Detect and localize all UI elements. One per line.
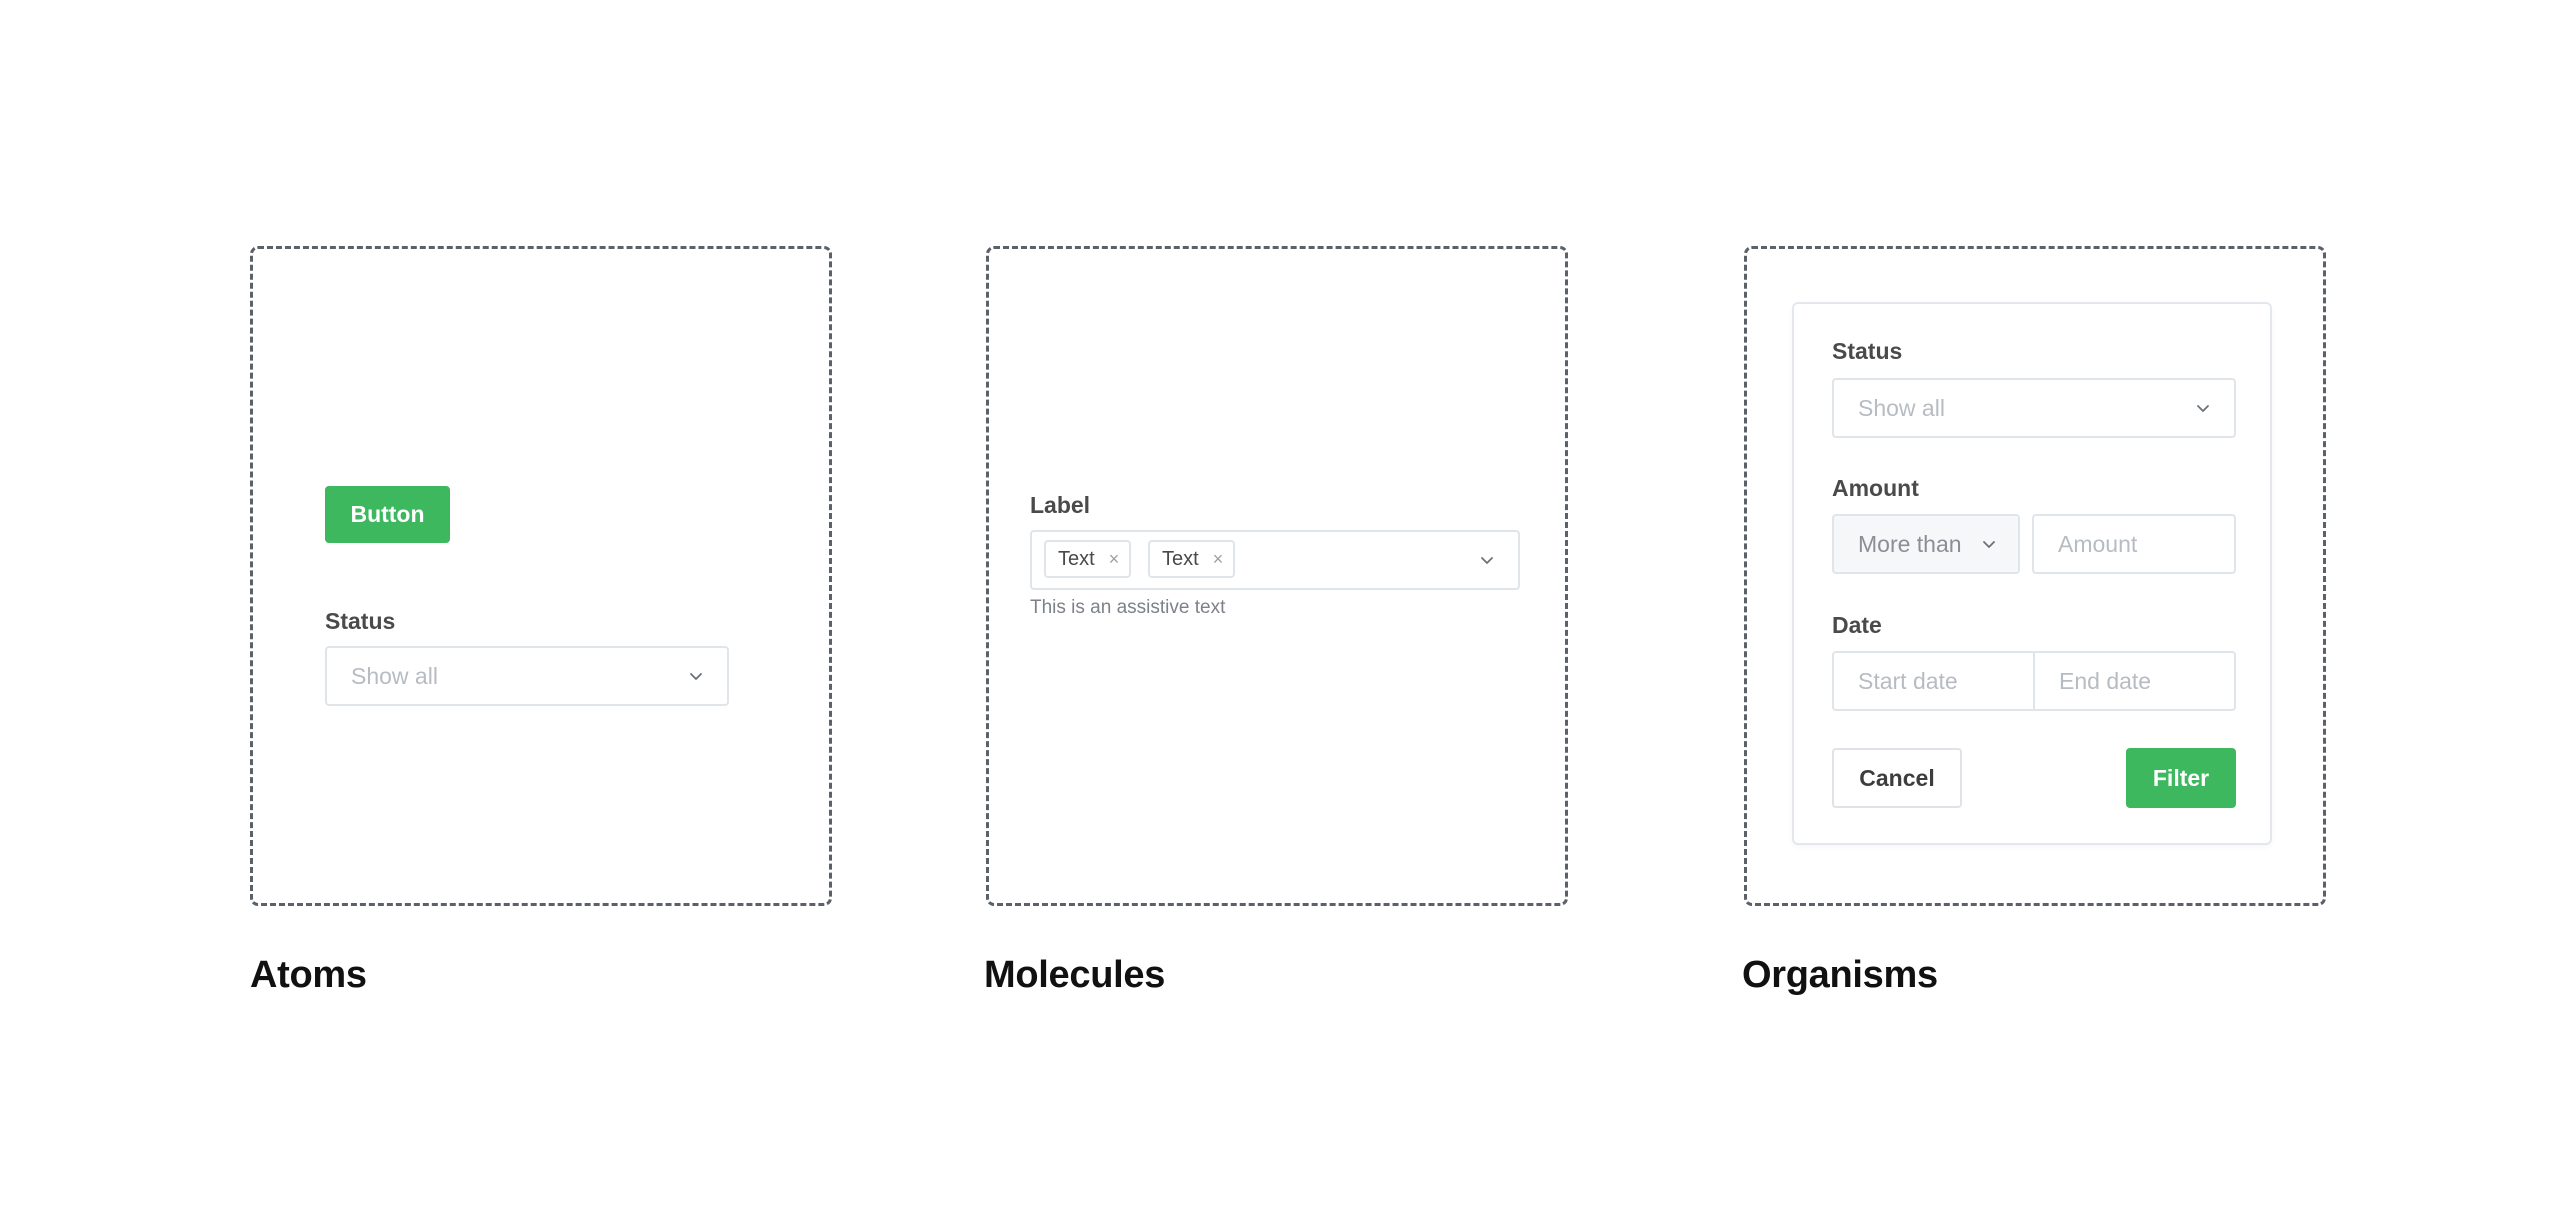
status-label: Status — [1832, 338, 1903, 364]
organisms-title: Organisms — [1742, 954, 1938, 996]
field-label: Label — [1030, 492, 1091, 518]
status-select[interactable]: Show all — [325, 646, 729, 706]
tag-chip: Text × — [1044, 540, 1132, 578]
filter-button[interactable]: Filter — [2126, 748, 2236, 808]
atoms-title: Atoms — [250, 954, 367, 996]
status-select-value: Show all — [1858, 394, 1945, 421]
cancel-button[interactable]: Cancel — [1832, 748, 1962, 808]
close-icon[interactable]: × — [1109, 549, 1120, 570]
start-date-input[interactable]: Start date — [1832, 651, 2035, 711]
status-label: Status — [325, 608, 396, 634]
end-date-input[interactable]: End date — [2033, 651, 2236, 711]
date-label: Date — [1832, 612, 1882, 638]
chevron-down-icon — [1481, 557, 1493, 564]
chevron-down-icon — [1983, 541, 1995, 548]
amount-input[interactable]: Amount — [2032, 514, 2236, 574]
amount-operator-value: More than — [1858, 530, 1962, 557]
molecules-title: Molecules — [984, 954, 1166, 996]
amount-placeholder: Amount — [2058, 530, 2138, 557]
tag-label: Text — [1058, 547, 1095, 570]
chevron-down-icon — [690, 673, 702, 680]
tag-label: Text — [1162, 547, 1199, 570]
amount-operator-select[interactable]: More than — [1832, 514, 2020, 574]
primary-button[interactable]: Button — [325, 486, 450, 543]
status-select[interactable]: Show all — [1832, 378, 2236, 438]
assistive-text: This is an assistive text — [1030, 597, 1226, 618]
tag-chip: Text × — [1148, 540, 1236, 578]
close-icon[interactable]: × — [1213, 549, 1224, 570]
chevron-down-icon — [2197, 405, 2209, 412]
start-date-placeholder: Start date — [1858, 667, 1958, 694]
atoms-frame — [250, 246, 832, 906]
end-date-placeholder: End date — [2059, 667, 2152, 694]
status-select-value: Show all — [351, 662, 438, 689]
canvas: Button Status Show all Atoms Label Text … — [0, 0, 2560, 1226]
amount-label: Amount — [1832, 475, 1919, 501]
